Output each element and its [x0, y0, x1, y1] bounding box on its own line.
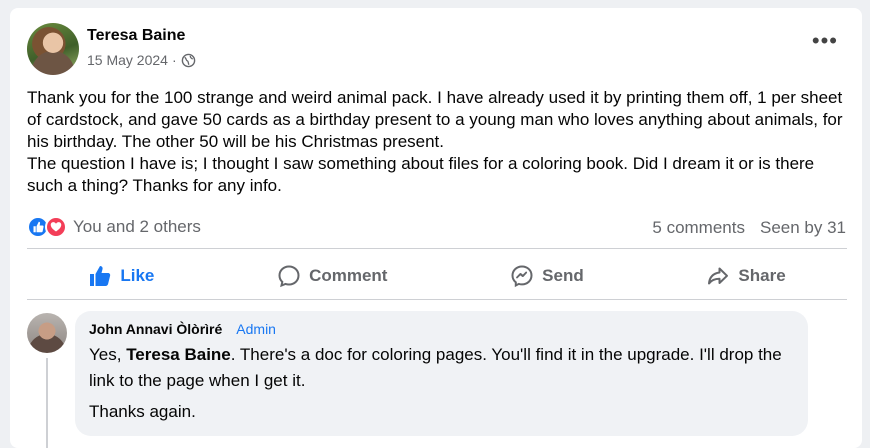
more-options-button[interactable]: •••	[812, 30, 838, 52]
send-button[interactable]: Send	[510, 264, 584, 288]
share-button[interactable]: Share	[706, 264, 786, 288]
like-button[interactable]: Like	[88, 264, 154, 288]
comment-bubble: John Annavi Òlòrìré Admin Yes, Teresa Ba…	[75, 311, 808, 436]
send-label: Send	[542, 266, 584, 285]
commenter-avatar[interactable]	[27, 313, 67, 353]
share-label: Share	[738, 266, 786, 285]
author-avatar[interactable]	[27, 23, 79, 75]
thumbs-up-icon	[90, 266, 111, 286]
comment-header: John Annavi Òlòrìré Admin	[89, 321, 794, 337]
admin-badge: Admin	[236, 321, 276, 337]
post-text-paragraph-2: The question I have is; I thought I saw …	[27, 154, 815, 195]
seen-by-count[interactable]: Seen by 31	[760, 218, 846, 238]
share-arrow-icon	[708, 267, 729, 285]
messenger-icon	[511, 265, 533, 288]
comments-count[interactable]: 5 comments	[652, 218, 745, 238]
reaction-icons	[27, 216, 67, 238]
reactions-text: You and 2 others	[73, 217, 201, 236]
like-label: Like	[120, 266, 155, 285]
post-card: Teresa Baine 15 May 2024 · ••• Thank you…	[10, 8, 862, 448]
reactions-summary[interactable]: You and 2 others	[27, 216, 201, 238]
post-stats: 5 comments Seen by 31	[652, 218, 846, 238]
comment-label: Comment	[309, 266, 388, 285]
comment-text-line-2: Thanks again.	[89, 402, 196, 421]
comment-text-start: Yes,	[89, 345, 127, 364]
comment-icon	[278, 265, 300, 288]
action-bar: Like Comment Send Share	[27, 251, 847, 301]
divider	[27, 299, 847, 300]
post-date[interactable]: 15 May 2024	[87, 52, 168, 68]
post-body: Thank you for the 100 strange and weird …	[27, 87, 853, 197]
comment-button[interactable]: Comment	[277, 264, 387, 288]
post-meta: 15 May 2024 ·	[87, 52, 196, 68]
meta-separator: ·	[171, 52, 177, 68]
comment-text: Yes, Teresa Baine. There's a doc for col…	[89, 342, 794, 394]
post-author-name[interactable]: Teresa Baine	[87, 27, 185, 45]
globe-icon	[181, 53, 195, 67]
commenter-name[interactable]: John Annavi Òlòrìré	[89, 321, 222, 337]
divider	[27, 248, 847, 249]
mention-link[interactable]: Teresa Baine	[126, 345, 231, 364]
love-reaction-icon	[45, 216, 67, 238]
post-text-paragraph-1: Thank you for the 100 strange and weird …	[27, 88, 843, 151]
